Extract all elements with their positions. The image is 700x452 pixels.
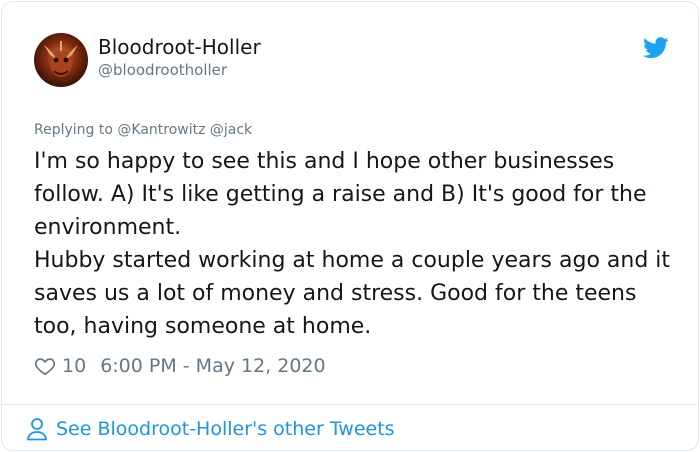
other-tweets-link[interactable]: See Bloodroot-Holler's other Tweets bbox=[26, 415, 395, 443]
display-name[interactable]: Bloodroot-Holler bbox=[98, 35, 261, 59]
tweet-meta: 10 6:00 PM - May 12, 2020 bbox=[34, 353, 326, 379]
heart-icon[interactable] bbox=[34, 355, 56, 377]
tweet-text-paragraph: I'm so happy to see this and I hope othe… bbox=[34, 149, 647, 240]
person-icon bbox=[26, 417, 48, 441]
timestamp[interactable]: 6:00 PM - May 12, 2020 bbox=[100, 355, 325, 377]
like-count[interactable]: 10 bbox=[62, 355, 86, 377]
divider bbox=[2, 404, 698, 405]
tweet-text-paragraph: Hubby started working at home a couple y… bbox=[34, 248, 671, 339]
other-tweets-label[interactable]: See Bloodroot-Holler's other Tweets bbox=[56, 418, 395, 440]
replying-to[interactable]: Replying to @Kantrowitz @jack bbox=[34, 122, 252, 138]
twitter-bird-icon[interactable] bbox=[643, 37, 669, 59]
avatar[interactable] bbox=[34, 33, 88, 87]
tweet-text: I'm so happy to see this and I hope othe… bbox=[34, 145, 684, 343]
tweet-card: Bloodroot-Holler @bloodrootholler Replyi… bbox=[1, 1, 699, 451]
user-handle[interactable]: @bloodrootholler bbox=[98, 61, 227, 79]
